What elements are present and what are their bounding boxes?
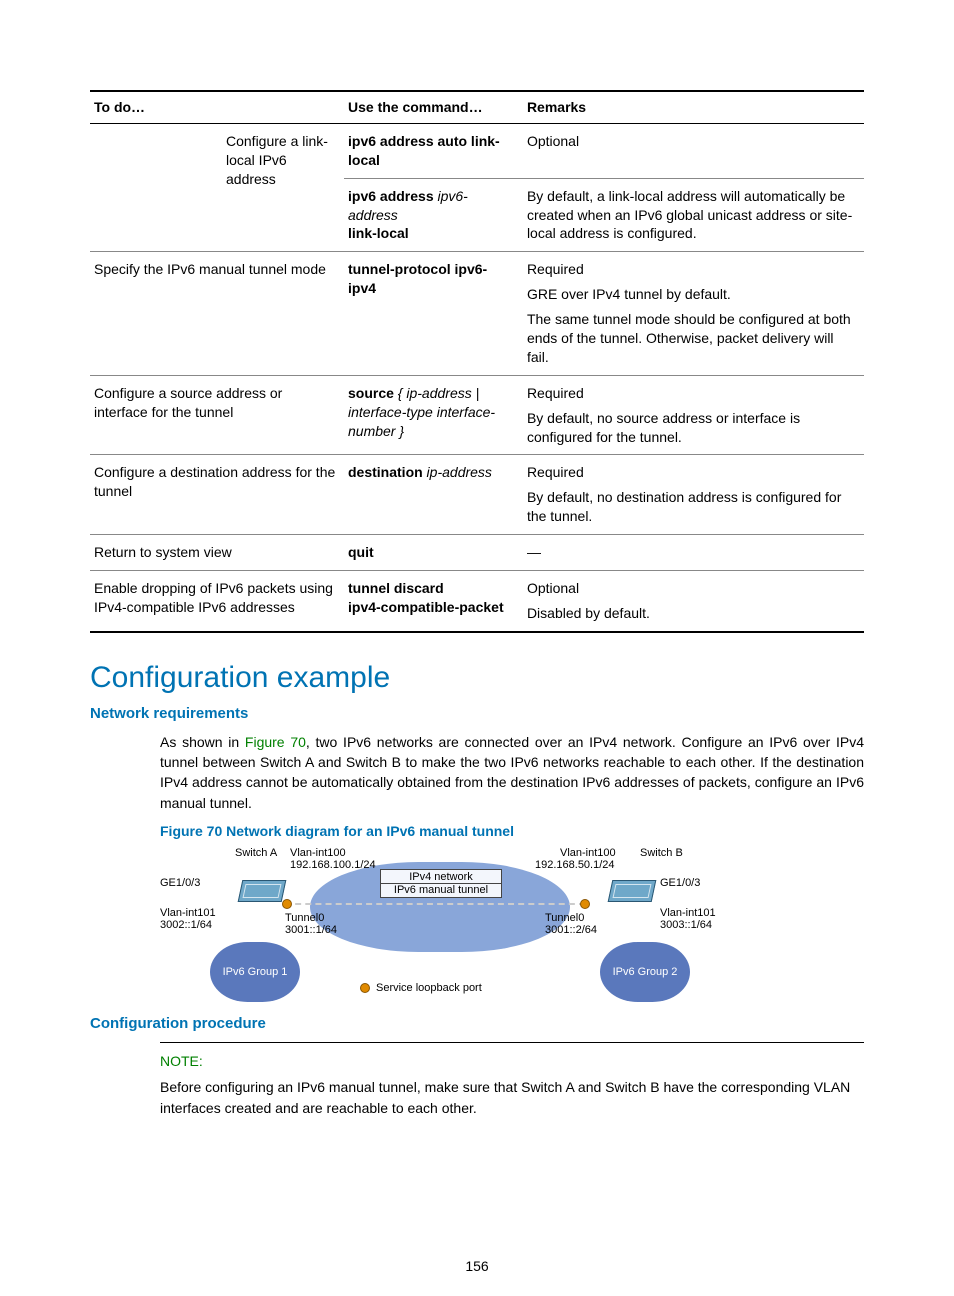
- switch-a-label: Switch A: [235, 847, 277, 859]
- cell-todo: Specify the IPv6 manual tunnel mode: [90, 252, 344, 375]
- switch-a-icon: [238, 880, 287, 902]
- cell-todo: Enable dropping of IPv6 packets using IP…: [90, 571, 344, 632]
- cell-todo: Configure a link-local IPv6 address: [222, 123, 344, 251]
- note-body: Before configuring an IPv6 manual tunnel…: [160, 1077, 864, 1118]
- section-heading: Configuration example: [90, 661, 864, 695]
- ip-label: 192.168.100.1/24: [290, 859, 376, 871]
- ip-label: 192.168.50.1/24: [535, 859, 615, 871]
- command-table: To do… Use the command… Remarks Configur…: [90, 90, 864, 633]
- table-row: Enable dropping of IPv6 packets using IP…: [90, 571, 864, 632]
- cell-cmd: ipv6 address auto link-local: [344, 123, 523, 178]
- legend: Service loopback port: [360, 982, 482, 994]
- cell-rem: Required GRE over IPv4 tunnel by default…: [523, 252, 864, 375]
- vlan-label: Vlan-int101: [660, 907, 716, 919]
- cell-cmd: destination ip-address: [344, 455, 523, 535]
- cell-todo: Configure a destination address for the …: [90, 455, 344, 535]
- table-row: Configure a source address or interface …: [90, 375, 864, 455]
- col-command: Use the command…: [344, 91, 523, 123]
- cell-rem: —: [523, 535, 864, 571]
- switch-b-icon: [608, 880, 657, 902]
- subsection-network-requirements: Network requirements: [90, 705, 864, 722]
- vlan-label: Vlan-int100: [290, 847, 346, 859]
- ip-label: 3003::1/64: [660, 919, 712, 931]
- ip-label: 3001::1/64: [285, 924, 337, 936]
- note-title: NOTE:: [160, 1051, 864, 1071]
- tunnel-line: [285, 903, 585, 905]
- ip-label: 3001::2/64: [545, 924, 597, 936]
- table-header-row: To do… Use the command… Remarks: [90, 91, 864, 123]
- ip-label: 3002::1/64: [160, 919, 212, 931]
- table-row: Configure a destination address for the …: [90, 455, 864, 535]
- cell-rem: By default, a link-local address will au…: [523, 178, 864, 252]
- cell-todo: Configure a source address or interface …: [90, 375, 344, 455]
- cell-rem: Optional: [523, 123, 864, 178]
- page-number: 156: [0, 1258, 954, 1274]
- table-row: Configure a link-local IPv6 address ipv6…: [90, 123, 864, 178]
- cell-rem: Optional Disabled by default.: [523, 571, 864, 632]
- page-content: To do… Use the command… Remarks Configur…: [90, 90, 864, 1118]
- cell-todo: Return to system view: [90, 535, 344, 571]
- vlan-label: Vlan-int101: [160, 907, 216, 919]
- cell-cmd: tunnel discard ipv4-compatible-packet: [344, 571, 523, 632]
- cell-cmd: tunnel-protocol ipv6-ipv4: [344, 252, 523, 375]
- ge-label: GE1/0/3: [660, 877, 700, 889]
- vlan-label: Vlan-int100: [560, 847, 616, 859]
- cell-rem: Required By default, no source address o…: [523, 375, 864, 455]
- loopback-dot-icon: [580, 899, 590, 909]
- ge-label: GE1/0/3: [160, 877, 200, 889]
- loopback-dot-icon: [360, 983, 370, 993]
- network-diagram: IPv4 network IPv6 manual tunnel IPv6 Gro…: [160, 847, 720, 997]
- subsection-configuration-procedure: Configuration procedure: [90, 1015, 864, 1032]
- figure-reference[interactable]: Figure 70: [245, 734, 306, 750]
- ipv6-group1-cloud-icon: IPv6 Group 1: [210, 942, 300, 1002]
- cell-cmd: quit: [344, 535, 523, 571]
- cell-cmd: source { ip-address | interface-type int…: [344, 375, 523, 455]
- table-row: Specify the IPv6 manual tunnel mode tunn…: [90, 252, 864, 375]
- cell-cmd: ipv6 address ipv6-address link-local: [344, 178, 523, 252]
- ipv6-group2-cloud-icon: IPv6 Group 2: [600, 942, 690, 1002]
- figure-caption: Figure 70 Network diagram for an IPv6 ma…: [160, 823, 864, 839]
- table-row: Return to system view quit —: [90, 535, 864, 571]
- loopback-dot-icon: [282, 899, 292, 909]
- ipv4-label: IPv4 network IPv6 manual tunnel: [380, 869, 502, 898]
- paragraph: As shown in Figure 70, two IPv6 networks…: [160, 732, 864, 813]
- switch-b-label: Switch B: [640, 847, 683, 859]
- cell-rem: Required By default, no destination addr…: [523, 455, 864, 535]
- tunnel-label: Tunnel0: [285, 912, 324, 924]
- col-remarks: Remarks: [523, 91, 864, 123]
- col-todo: To do…: [90, 91, 344, 123]
- tunnel-label: Tunnel0: [545, 912, 584, 924]
- note-block: NOTE: Before configuring an IPv6 manual …: [160, 1042, 864, 1118]
